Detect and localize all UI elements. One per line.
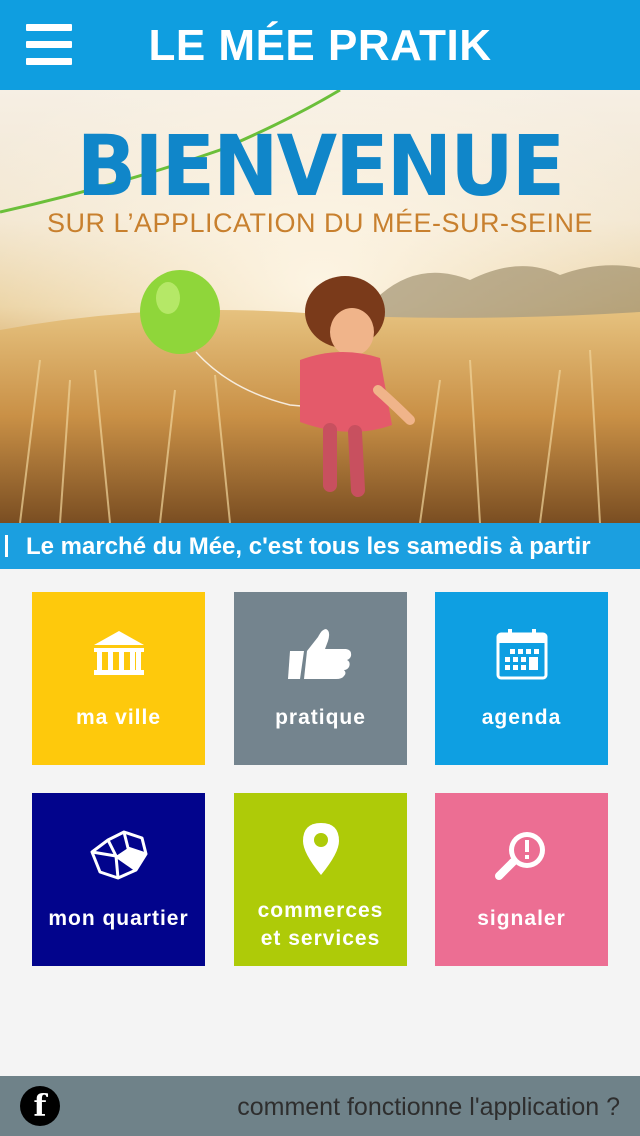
- banner-title: BIENVENUE: [76, 117, 565, 215]
- app-screen: LE MÉE PRATIK BIENVENUE SUR L’APPLICATIO…: [0, 0, 640, 1136]
- help-link[interactable]: comment fonctionne l'application ?: [237, 1076, 620, 1136]
- thumbs-up-icon: [234, 624, 407, 684]
- tile-label: signaler: [477, 907, 566, 930]
- ticker-separator: [5, 535, 8, 557]
- app-title: LE MÉE PRATIK: [148, 21, 492, 70]
- news-ticker[interactable]: Le marché du Mée, c'est tous les samedis…: [0, 523, 640, 569]
- calendar-icon: [435, 624, 608, 684]
- tile-signaler[interactable]: signaler: [435, 793, 608, 966]
- city-hall-icon: [32, 624, 205, 684]
- report-magnifier-icon: [435, 825, 608, 885]
- tile-label-line2: et services: [260, 927, 381, 950]
- welcome-banner: BIENVENUE SUR L’APPLICATION DU MÉE-SUR-S…: [0, 90, 640, 523]
- tile-agenda[interactable]: agenda: [435, 592, 608, 765]
- tile-commerces-services[interactable]: commerces et services: [234, 793, 407, 966]
- footer-bar: f comment fonctionne l'application ?: [0, 1076, 640, 1136]
- tile-label: ma ville: [75, 706, 162, 729]
- tile-label: mon quartier: [48, 907, 189, 930]
- banner-subtitle: SUR L’APPLICATION DU MÉE-SUR-SEINE: [46, 208, 594, 238]
- tile-mon-quartier[interactable]: mon quartier: [32, 793, 205, 966]
- map-pin-icon: [234, 819, 407, 879]
- tile-ma-ville[interactable]: ma ville: [32, 592, 205, 765]
- facebook-icon[interactable]: f: [20, 1086, 60, 1126]
- tile-label: agenda: [481, 706, 562, 729]
- app-header: LE MÉE PRATIK: [0, 0, 640, 90]
- tile-label: commerces et services: [234, 897, 407, 953]
- ticker-text: Le marché du Mée, c'est tous les samedis…: [26, 533, 591, 560]
- tile-label: pratique: [275, 706, 366, 729]
- neighborhood-map-icon: [32, 825, 205, 885]
- tile-label-line1: commerces: [257, 899, 384, 922]
- tile-pratique[interactable]: pratique: [234, 592, 407, 765]
